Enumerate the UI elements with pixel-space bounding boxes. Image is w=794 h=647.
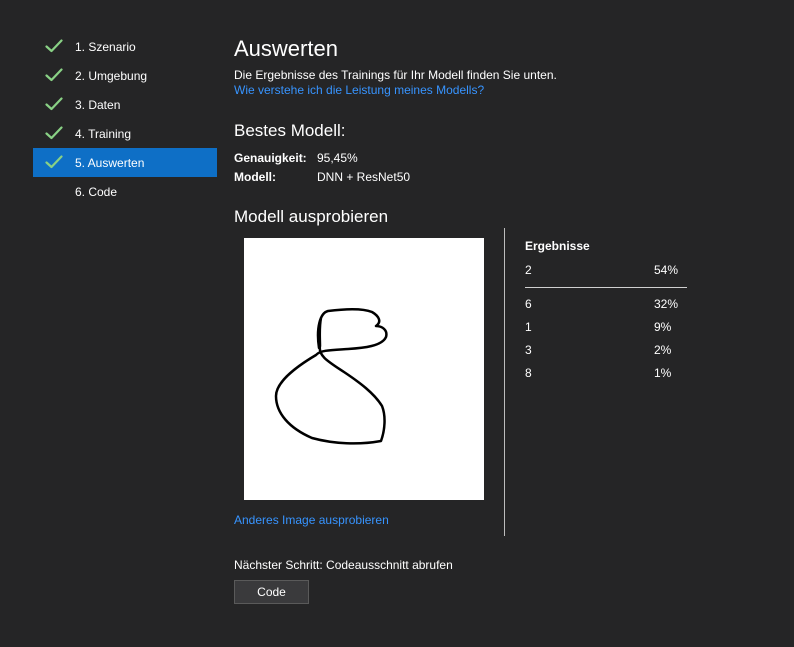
result-row: 6 32% xyxy=(525,297,687,313)
checkmark-icon xyxy=(45,39,63,53)
step-label: 3. Daten xyxy=(75,97,121,112)
result-label: 2 xyxy=(525,263,532,277)
model-builder-window: 1. Szenario 2. Umgebung 3. Daten 4. Trai… xyxy=(0,0,794,647)
result-percentage: 2% xyxy=(654,343,672,357)
result-row: 1 9% xyxy=(525,320,687,336)
try-model-heading: Modell ausprobieren xyxy=(234,207,389,226)
step-umgebung[interactable]: 2. Umgebung xyxy=(33,61,217,90)
checkmark-icon xyxy=(45,155,63,169)
model-value: DNN + ResNet50 xyxy=(317,170,411,184)
step-label: 4. Training xyxy=(75,126,132,141)
accuracy-value: 95,45% xyxy=(317,151,358,165)
results-heading: Ergebnisse xyxy=(525,239,590,253)
performance-help-link[interactable]: Wie verstehe ich die Leistung meines Mod… xyxy=(234,83,484,97)
step-label: 2. Umgebung xyxy=(75,68,148,83)
step-auswerten[interactable]: 5. Auswerten xyxy=(33,148,217,177)
checkmark-icon xyxy=(45,68,63,82)
handwritten-digit-drawing xyxy=(274,308,388,445)
result-percentage: 1% xyxy=(654,366,672,380)
code-button[interactable]: Code xyxy=(234,580,309,604)
steps-sidebar: 1. Szenario 2. Umgebung 3. Daten 4. Trai… xyxy=(33,32,217,206)
result-row: 8 1% xyxy=(525,366,687,382)
result-label: 1 xyxy=(525,320,532,334)
next-step-text: Nächster Schritt: Codeausschnitt abrufen xyxy=(234,558,453,572)
step-code[interactable]: 6. Code xyxy=(33,177,217,206)
results-divider xyxy=(525,287,687,288)
result-label: 8 xyxy=(525,366,532,380)
step-training[interactable]: 4. Training xyxy=(33,119,217,148)
checkmark-icon xyxy=(45,97,63,111)
step-label: 1. Szenario xyxy=(75,39,136,54)
try-other-image-link[interactable]: Anderes Image ausprobieren xyxy=(234,513,389,527)
checkmark-icon xyxy=(45,126,63,140)
vertical-divider xyxy=(504,228,505,536)
step-label: 5. Auswerten xyxy=(75,155,145,170)
intro-text: Die Ergebnisse des Trainings für Ihr Mod… xyxy=(234,68,557,82)
result-row: 3 2% xyxy=(525,343,687,359)
step-daten[interactable]: 3. Daten xyxy=(33,90,217,119)
step-label: 6. Code xyxy=(75,184,118,199)
results-panel: Ergebnisse 2 54% 6 32% 1 9% 3 2% 8 1% xyxy=(525,239,687,380)
accuracy-label: Genauigkeit: xyxy=(234,151,307,165)
result-row: 2 54% xyxy=(525,263,687,279)
model-label: Modell: xyxy=(234,170,276,184)
result-percentage: 9% xyxy=(654,320,672,334)
best-model-heading: Bestes Modell: xyxy=(234,121,346,140)
test-image xyxy=(244,238,484,500)
result-label: 6 xyxy=(525,297,532,311)
step-szenario[interactable]: 1. Szenario xyxy=(33,32,217,61)
result-label: 3 xyxy=(525,343,532,357)
result-percentage: 54% xyxy=(654,263,679,277)
page-title: Auswerten xyxy=(234,36,338,61)
result-percentage: 32% xyxy=(654,297,679,311)
